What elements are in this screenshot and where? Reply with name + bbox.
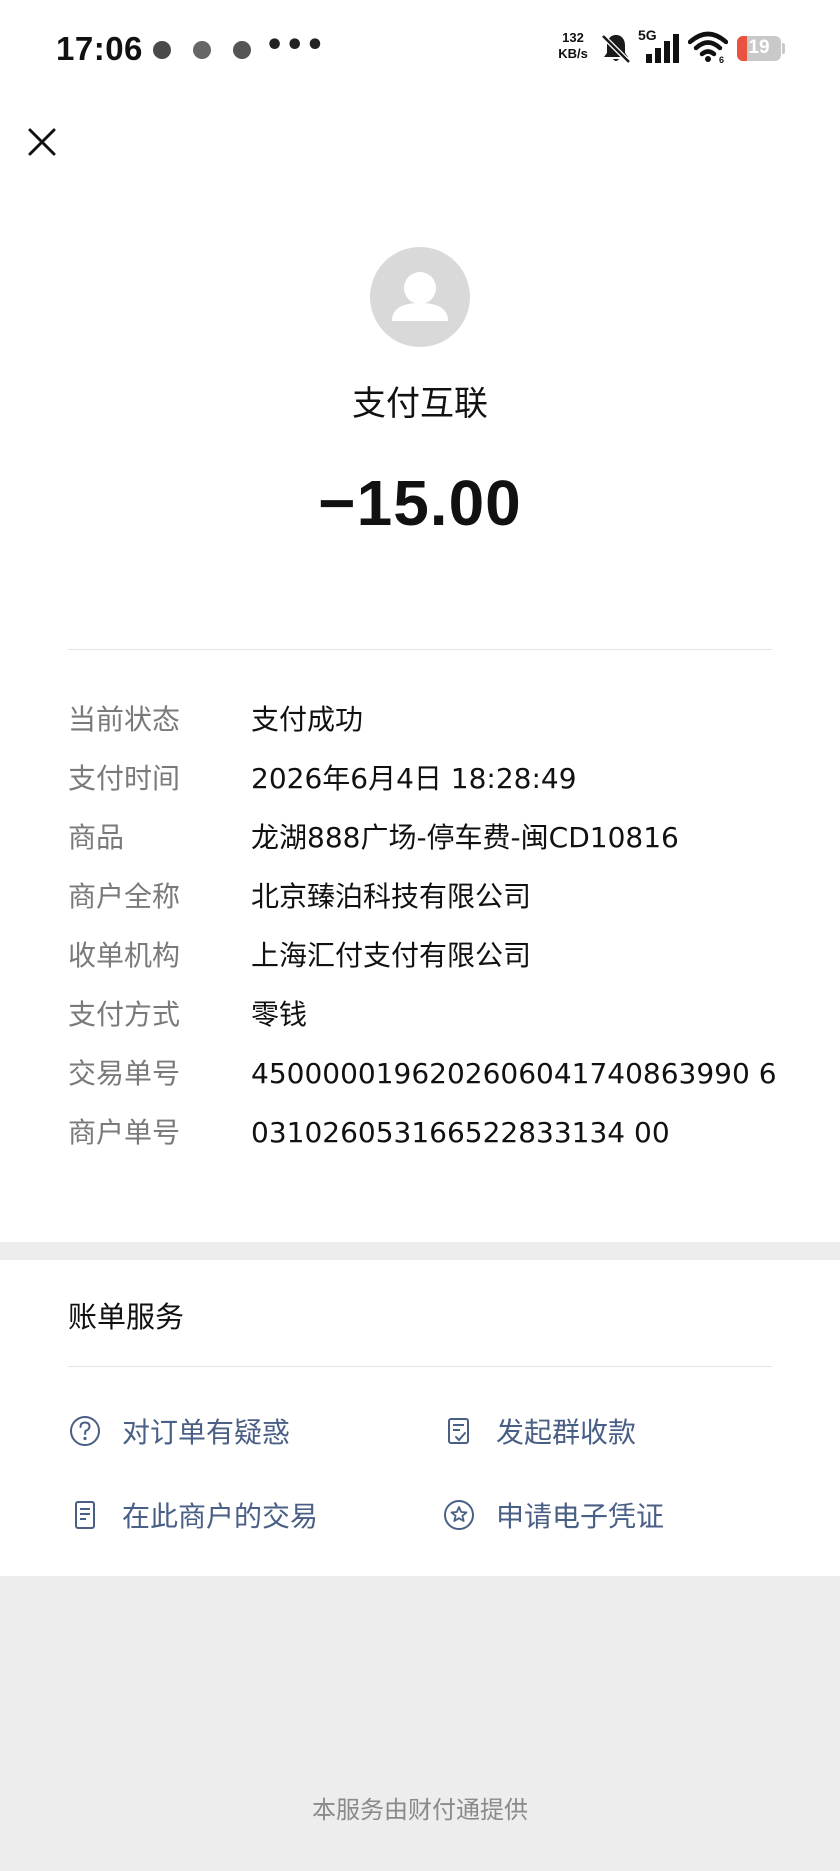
close-icon[interactable] [22,122,62,162]
detail-label: 支付时间 [68,762,181,795]
e-receipt-link[interactable]: 申请电子凭证 [442,1493,664,1537]
detail-label: 商户单号 [68,1116,181,1149]
detail-row-merchant-order-id: 商户单号 031026053166522833134 00 [68,1113,788,1153]
merchant-transactions-link[interactable]: 在此商户的交易 [68,1493,318,1537]
detail-value[interactable]: 4500000196202606041740863990 6 [251,1054,777,1094]
notification-icon [193,41,211,59]
group-collect-icon [448,1418,469,1444]
detail-row-payment-time: 支付时间 2026年6月4日 18:28:49 [68,759,788,799]
question-circle-icon [70,1416,100,1446]
service-provider-footer: 本服务由财付通提供 [312,1796,528,1824]
svg-text:6: 6 [719,55,724,64]
detail-label: 商户全称 [68,880,181,913]
payment-detail-page: 17:06 ••• 132 KB/s 5G 6 19 支付互联 −15.00 当… [0,0,840,1871]
detail-row-transaction-id: 交易单号 4500000196202606041740863990 6 [68,1054,788,1094]
battery-icon: 19 [737,36,781,61]
detail-row-acquirer: 收单机构 上海汇付支付有限公司 [68,936,788,976]
detail-value: 零钱 [251,998,308,1031]
status-bar: 17:06 ••• 132 KB/s 5G 6 19 [0,0,840,100]
detail-row-merchant-name: 商户全称 北京臻泊科技有限公司 [68,877,788,917]
service-label: 对订单有疑惑 [122,1416,291,1449]
bill-services-title: 账单服务 [68,1300,185,1334]
detail-value: 上海汇付支付有限公司 [251,939,532,972]
user-silhouette-icon [392,272,448,321]
service-label: 在此商户的交易 [122,1500,319,1533]
detail-value: 支付成功 [251,703,364,736]
network-speed-value: 132 [562,30,584,45]
detail-row-payment-method: 支付方式 零钱 [68,995,788,1035]
divider [68,649,772,650]
transaction-amount: −15.00 [318,467,522,539]
detail-row-status: 当前状态 支付成功 [68,700,788,740]
notification-icon [233,41,251,59]
star-badge-icon [444,1500,474,1530]
silent-bell-icon [601,34,631,64]
status-time: 17:06 [56,30,143,67]
network-speed-unit: KB/s [558,46,588,61]
more-notifications-icon: ••• [265,28,326,63]
detail-label: 支付方式 [68,998,181,1031]
detail-value: 北京臻泊科技有限公司 [251,880,532,913]
detail-label: 收单机构 [68,939,181,972]
merchant-name: 支付互联 [352,384,488,424]
detail-label: 商品 [68,821,125,854]
detail-label: 当前状态 [68,703,181,736]
detail-label: 交易单号 [68,1057,181,1090]
order-question-link[interactable]: 对订单有疑惑 [68,1409,290,1453]
document-list-icon [75,1501,95,1529]
network-type-label: 5G [638,27,657,43]
merchant-avatar [370,247,470,347]
detail-row-product: 商品 龙湖888广场-停车费-闽CD10816 [68,818,788,858]
notification-icon [153,41,171,59]
detail-value: 龙湖888广场-停车费-闽CD10816 [251,821,679,854]
signal-5g-icon: 5G [638,27,679,63]
detail-value[interactable]: 031026053166522833134 00 [251,1113,670,1153]
battery-cap [782,43,785,54]
divider [68,1366,772,1367]
service-label: 申请电子凭证 [496,1500,665,1533]
network-speed: 132 KB/s [553,30,593,62]
group-collect-link[interactable]: 发起群收款 [442,1409,636,1453]
detail-value: 2026年6月4日 18:28:49 [251,762,577,795]
wifi-icon: 6 [688,31,728,64]
battery-level: 19 [748,37,770,58]
service-label: 发起群收款 [496,1416,637,1449]
